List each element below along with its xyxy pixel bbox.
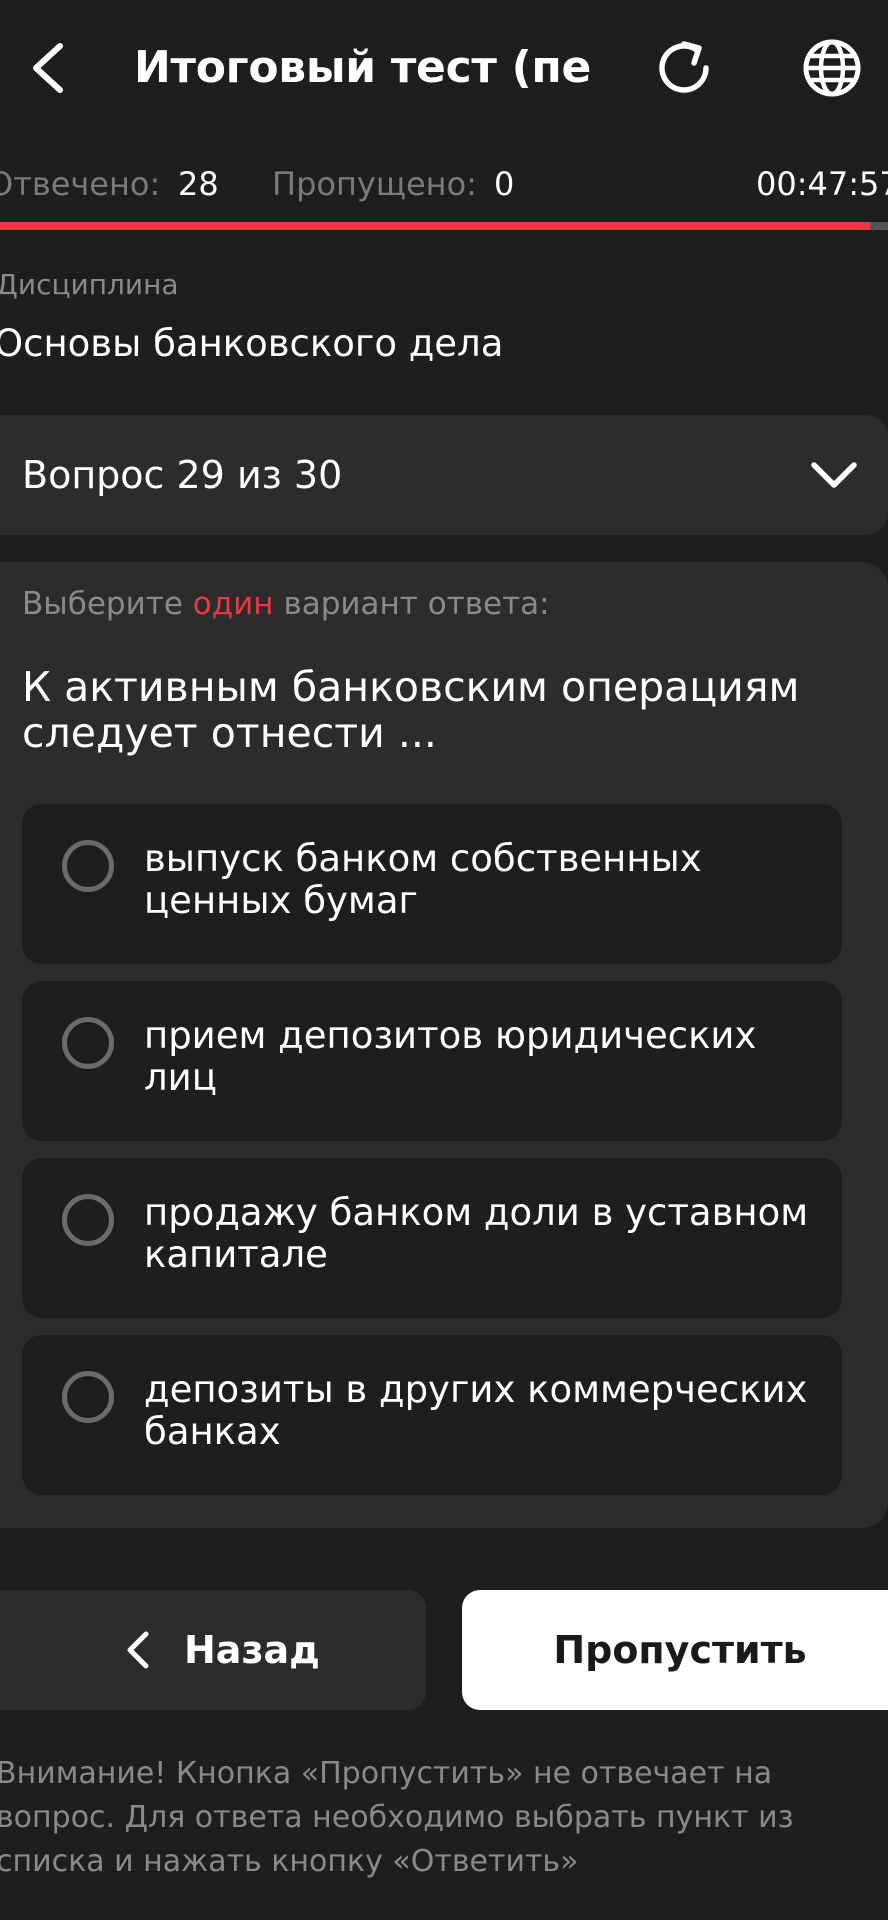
answer-option-label: выпуск банком собственных ценных бумаг [144, 837, 702, 922]
answer-option-label: прием депозитов юридических лиц [144, 1014, 757, 1099]
discipline-label: Дисциплина [0, 268, 179, 301]
discipline-name: Основы банковского дела [0, 322, 504, 365]
answer-option-label: депозиты в других коммерческих банках [144, 1368, 808, 1453]
answer-option[interactable]: продажу банком доли в уставном капитале [22, 1158, 842, 1318]
timer: 00:47:57 [756, 165, 888, 203]
answer-option[interactable]: выпуск банком собственных ценных бумаг [22, 804, 842, 964]
instruction-suffix: вариант ответа: [283, 586, 550, 622]
app-header: Итоговый тест (пе... [0, 0, 888, 140]
question-selector-dropdown[interactable]: Вопрос 29 из 30 [0, 415, 888, 535]
chevron-down-icon [811, 462, 857, 488]
status-row: Отвечено: 28 Пропущено: 0 00:47:57 [0, 156, 888, 212]
instruction-prefix: Выберите [22, 586, 183, 622]
radio-button[interactable] [62, 1371, 114, 1423]
answered-count: 28 [178, 165, 219, 203]
instruction-accent: один [192, 586, 274, 622]
skipped-label: Пропущено: [272, 165, 477, 203]
radio-button[interactable] [62, 1017, 114, 1069]
radio-button[interactable] [62, 1194, 114, 1246]
skipped-count: 0 [494, 165, 515, 203]
skip-button-label: Пропустить [553, 1628, 807, 1672]
answer-option-label: продажу банком доли в уставном капитале [144, 1191, 809, 1276]
answered-label: Отвечено: [0, 165, 161, 203]
answer-option[interactable]: депозиты в других коммерческих банках [22, 1335, 842, 1495]
chevron-left-icon [127, 1631, 149, 1669]
question-card: Выберите один вариант ответа: К активным… [0, 562, 888, 1528]
skip-button[interactable]: Пропустить [462, 1590, 888, 1710]
progress-bar-fill [0, 222, 871, 230]
question-counter: Вопрос 29 из 30 [22, 453, 343, 497]
back-arrow-icon[interactable] [22, 36, 72, 100]
radio-button[interactable] [62, 840, 114, 892]
back-button-label: Назад [184, 1628, 320, 1672]
refresh-icon[interactable] [652, 36, 716, 100]
globe-icon[interactable] [800, 36, 864, 100]
back-button[interactable]: Назад [0, 1590, 426, 1710]
answer-instruction: Выберите один вариант ответа: [22, 586, 550, 622]
question-text: К активным банковским операциям следует … [22, 663, 800, 757]
page-title: Итоговый тест (пе... [134, 42, 594, 93]
skip-warning-note: Внимание! Кнопка «Пропустить» не отвечае… [0, 1756, 794, 1879]
test-screen: Итоговый тест (пе... Отвечено: 28 Пропущ… [0, 0, 888, 1920]
progress-bar [0, 222, 888, 230]
answer-option[interactable]: прием депозитов юридических лиц [22, 981, 842, 1141]
